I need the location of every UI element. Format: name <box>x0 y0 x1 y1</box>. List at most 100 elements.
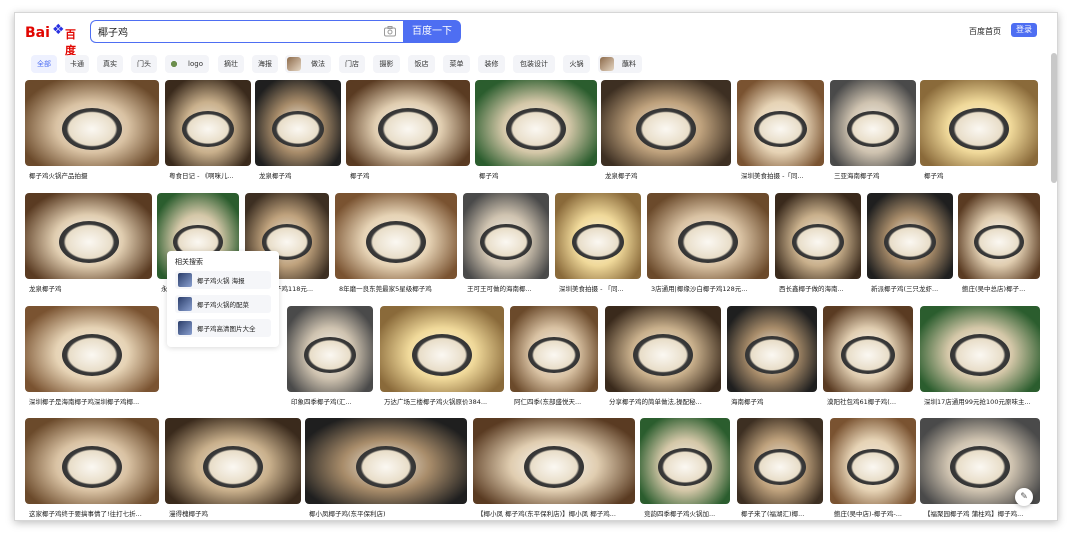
result-image[interactable] <box>830 80 916 166</box>
result-image[interactable] <box>737 418 823 504</box>
result-caption[interactable]: 深圳美食拍摄 -「同... <box>741 170 822 180</box>
pot-image <box>847 110 899 148</box>
result-caption[interactable]: 新派椰子鸡(三只龙虾... <box>871 283 951 293</box>
result-caption[interactable]: 龙泉椰子鸡 <box>29 283 150 293</box>
result-image[interactable] <box>737 80 824 166</box>
result-caption[interactable]: 深圳17店通用99元抢100元原味主... <box>924 396 1038 406</box>
result-caption[interactable]: 椰小凤椰子鸡(东平保利店) <box>309 508 465 518</box>
result-image[interactable] <box>775 193 861 279</box>
result-caption[interactable]: 印象四季椰子鸡(汇... <box>291 396 371 406</box>
search-input[interactable]: 椰子鸡 <box>90 20 403 43</box>
result-image[interactable] <box>255 80 341 166</box>
filter-chip[interactable]: 全部 <box>31 55 57 73</box>
filter-chip[interactable]: 摄影 <box>373 55 400 73</box>
result-image[interactable] <box>823 306 913 392</box>
related-item[interactable]: 椰子鸡火锅 海报 <box>175 271 271 289</box>
result-caption[interactable]: 漠阳社包鸡61椰子鸡(... <box>827 396 911 406</box>
result-image[interactable] <box>165 418 301 504</box>
result-caption[interactable]: 【椰小凤 椰子鸡(东平保利店)】椰小凤 椰子鸡... <box>477 508 633 518</box>
result-caption[interactable]: 万达广场三楼椰子鸡火锅原价384... <box>384 396 502 406</box>
filter-chip[interactable]: 蘸料 <box>598 55 642 73</box>
result-caption[interactable]: 龙泉椰子鸡 <box>259 170 339 180</box>
result-caption[interactable]: 竞韵四季椰子鸡火锅加... <box>644 508 728 518</box>
filter-chip[interactable]: 海报 <box>252 55 278 73</box>
filter-label: 装修 <box>484 60 499 68</box>
result-caption[interactable]: 漫得槐椰子鸡 <box>169 508 299 518</box>
filter-chip[interactable]: 包装设计 <box>513 55 555 73</box>
search-button[interactable]: 百度一下 <box>403 20 461 43</box>
scrollbar[interactable] <box>1051 53 1057 183</box>
filter-chip[interactable]: 菜单 <box>443 55 470 73</box>
result-image[interactable] <box>958 193 1040 279</box>
pot-image <box>62 108 122 150</box>
result-caption[interactable]: 8年磨一良东莞最家5星级椰子鸡 <box>339 283 455 293</box>
result-caption[interactable]: 三亚海南椰子鸡 <box>834 170 914 180</box>
result-image[interactable] <box>640 418 730 504</box>
filter-chip[interactable]: 门店 <box>339 55 365 73</box>
result-caption[interactable]: 王可王可做的海南椰... <box>467 283 547 293</box>
result-caption[interactable]: 西长鑫椰子做的海南... <box>779 283 859 293</box>
result-image[interactable] <box>920 80 1038 166</box>
result-caption[interactable]: 椰子鸡 <box>350 170 468 180</box>
result-caption[interactable]: 龙泉椰子鸡 <box>605 170 729 180</box>
result-caption[interactable]: 海南椰子鸡 <box>731 396 815 406</box>
result-caption[interactable]: 鲍庄(吴中总店)椰子... <box>962 283 1038 293</box>
result-caption[interactable]: 椰子鸡 <box>479 170 595 180</box>
filter-chip[interactable]: 饭店 <box>408 55 435 73</box>
result-caption[interactable]: 椰子来了(福湖汇)椰... <box>741 508 821 518</box>
filter-chip[interactable]: logo <box>165 55 209 73</box>
result-image[interactable] <box>463 193 549 279</box>
result-caption[interactable]: 深圳美食拍摄 - 「同... <box>559 283 639 293</box>
result-caption[interactable]: 椰子鸡 <box>924 170 1036 180</box>
result-image[interactable] <box>380 306 504 392</box>
pot-image <box>633 334 693 376</box>
camera-icon[interactable] <box>383 24 397 38</box>
result-image[interactable] <box>920 306 1040 392</box>
login-button[interactable]: 登录 <box>1011 23 1037 37</box>
result-caption[interactable]: 鲍庄(吴中店)-椰子鸡-... <box>834 508 914 518</box>
home-link[interactable]: 百度首页 <box>969 26 1001 37</box>
result-caption[interactable]: 深圳椰子是海南椰子鸡深圳椰子鸡椰... <box>29 396 157 406</box>
result-image[interactable] <box>605 306 721 392</box>
result-image[interactable] <box>165 80 251 166</box>
result-image[interactable] <box>555 193 641 279</box>
result-image[interactable] <box>346 80 470 166</box>
result-image[interactable] <box>647 193 769 279</box>
filter-chip[interactable]: 装修 <box>478 55 505 73</box>
result-image[interactable] <box>25 80 159 166</box>
result-caption[interactable]: 椰子鸡火锅产品拍摄 <box>29 170 157 180</box>
related-item[interactable]: 椰子鸡火锅的配菜 <box>175 295 271 313</box>
filter-label: 摄影 <box>379 60 394 68</box>
related-label: 椰子鸡火锅 海报 <box>197 277 245 285</box>
filter-chip[interactable]: 摘壮 <box>218 55 244 73</box>
result-image[interactable] <box>335 193 457 279</box>
edit-icon[interactable]: ✎ <box>1015 488 1033 506</box>
result-image[interactable] <box>867 193 953 279</box>
result-caption[interactable]: 这家椰子鸡终于要搞事情了!往打七折... <box>29 508 157 518</box>
result-image[interactable] <box>473 418 635 504</box>
result-caption[interactable]: 粤食日记 - 《啊咪儿... <box>169 170 249 180</box>
result-caption[interactable]: 阿仁四季(东部盛悦天... <box>514 396 596 406</box>
pot-image <box>745 336 799 374</box>
filter-chip[interactable]: 真实 <box>97 55 123 73</box>
result-image[interactable] <box>727 306 817 392</box>
result-image[interactable] <box>25 193 152 279</box>
result-image[interactable] <box>25 418 159 504</box>
filter-chip[interactable]: 卡通 <box>65 55 89 73</box>
result-image[interactable] <box>305 418 467 504</box>
result-image[interactable] <box>25 306 159 392</box>
top-bar: Bai ❖ 百度 椰子鸡 百度一下 百度首页 登录 <box>15 13 1057 57</box>
filter-chip[interactable]: 做法 <box>285 55 331 73</box>
result-image[interactable] <box>830 418 916 504</box>
result-caption[interactable]: 分享椰子鸡的简单做法,操配秘... <box>609 396 719 406</box>
result-image[interactable] <box>601 80 731 166</box>
filter-chip[interactable]: 火锅 <box>563 55 590 73</box>
result-image[interactable] <box>510 306 598 392</box>
result-image[interactable] <box>287 306 373 392</box>
result-caption[interactable]: 【福聚园椰子鸡 蒲柱鸡】椰子鸡... <box>924 508 1038 518</box>
baidu-logo[interactable]: Bai ❖ 百度 <box>25 22 83 57</box>
result-image[interactable] <box>475 80 597 166</box>
result-caption[interactable]: 3店通用|椰缘沙白椰子鸡128元... <box>651 283 767 293</box>
filter-chip[interactable]: 门头 <box>131 55 157 73</box>
related-item[interactable]: 椰子鸡高清图片大全 <box>175 319 271 337</box>
